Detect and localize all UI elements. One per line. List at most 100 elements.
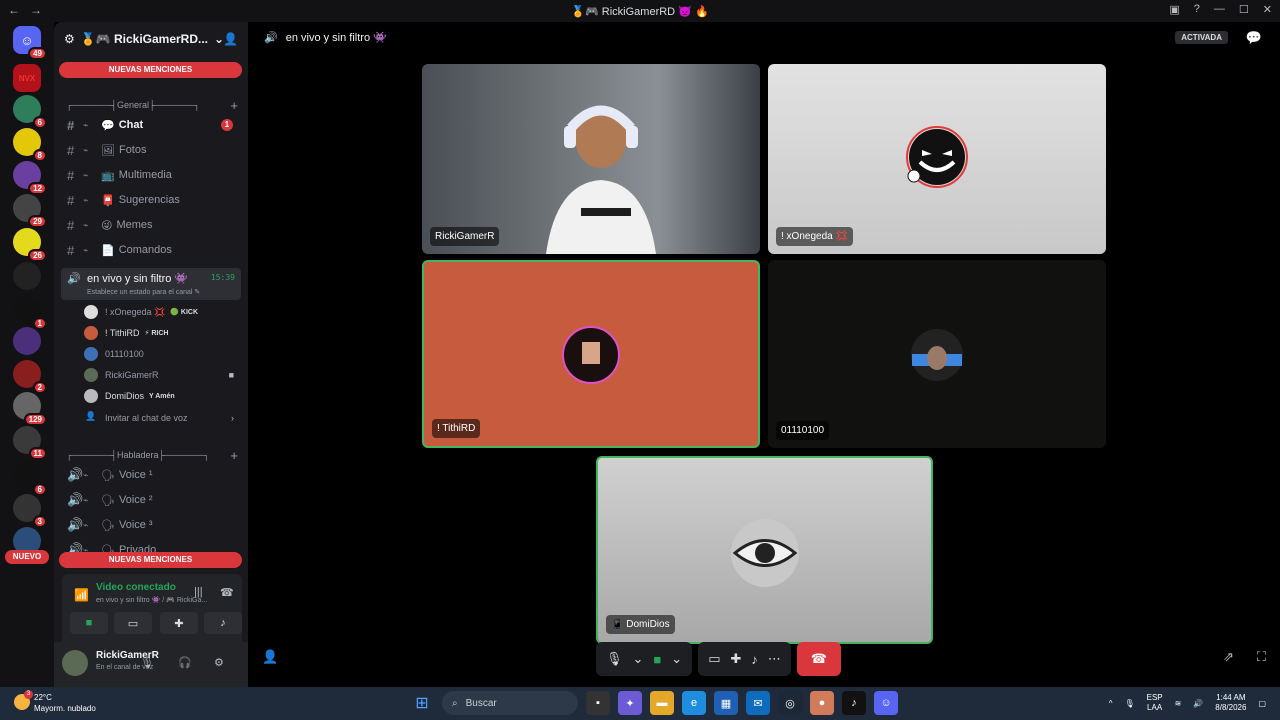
activity-badge[interactable]: ACTIVADA: [1175, 31, 1228, 44]
mic-icon-stage[interactable]: 🎙: [606, 651, 623, 667]
channel-fotos[interactable]: # ⌁ 🖼 Fotos: [62, 139, 240, 161]
voice-channel-1[interactable]: 🔊 ⌁ 🗣 Voice ¹: [62, 464, 240, 486]
channel-multimedia[interactable]: # ⌁ 📺 Multimedia: [62, 164, 240, 186]
category-general[interactable]: ┌──────┤General├──────┐ +: [66, 98, 238, 113]
guild-badge: 6: [32, 116, 47, 129]
server-header[interactable]: ⚙ 🏅🎮 RickiGamerRD... ⌄ 👤: [54, 22, 248, 56]
clock[interactable]: 1:44 AM 8/8/2026: [1215, 693, 1246, 713]
voice-channel-2[interactable]: 🔊 ⌁ 🗣 Voice ²: [62, 489, 240, 511]
help-icon[interactable]: ?: [1194, 3, 1200, 16]
soundboard-button[interactable]: ♪: [204, 612, 242, 634]
add-channel-icon-2[interactable]: +: [230, 448, 238, 463]
voice-user[interactable]: ! xOnegeda 💢 🟢 KICK: [84, 302, 240, 322]
edge-icon[interactable]: e: [682, 691, 706, 715]
guild-icon-11[interactable]: 2: [13, 360, 47, 394]
weather-widget[interactable]: 3 22°C Mayorm. nublado: [14, 690, 96, 714]
guild-icon-4[interactable]: 8: [13, 128, 47, 162]
guild-icon-6[interactable]: 29: [13, 194, 47, 228]
mic-icon[interactable]: 🎙: [140, 656, 154, 669]
voice-channel-selected[interactable]: 🔊 en vivo y sin filtro 👾 15:39 Establece…: [61, 268, 241, 300]
new-mentions-top[interactable]: NUEVAS MENCIONES: [59, 62, 242, 78]
guild-icon-13[interactable]: 11: [13, 426, 47, 460]
chevron-down-icon[interactable]: ⌄: [671, 651, 682, 667]
camera-button[interactable]: ■: [70, 612, 108, 634]
end-call-button[interactable]: ☎: [796, 642, 841, 676]
guild-icon-14[interactable]: 6: [13, 462, 47, 496]
channel-comandos[interactable]: # ⌁ 📄 Comandos: [62, 239, 240, 261]
store-icon[interactable]: ▦: [714, 691, 738, 715]
steam-icon[interactable]: ◎: [778, 691, 802, 715]
new-mentions-bottom[interactable]: NUEVAS MENCIONES: [59, 552, 242, 568]
more-icon[interactable]: ⋯: [768, 651, 781, 667]
activities-icon[interactable]: ✚: [730, 651, 741, 667]
video-tile-domidios[interactable]: 📱 DomiDios: [596, 456, 933, 644]
channel-sugerencias[interactable]: # ⌁ 📮 Sugerencias: [62, 189, 240, 211]
guild-icon-9[interactable]: 1: [13, 296, 47, 330]
maximize-icon[interactable]: ☐: [1239, 3, 1249, 16]
language-indicator[interactable]: ESP LAA: [1147, 693, 1163, 713]
minimize-icon[interactable]: —: [1214, 3, 1225, 16]
guild-icon-5[interactable]: 12: [13, 161, 47, 195]
guild-icon-8[interactable]: [13, 262, 41, 290]
voice-channel-3[interactable]: 🔊 ⌁ 🗣 Voice ³: [62, 514, 240, 536]
guild-icon-3[interactable]: 6: [13, 95, 47, 129]
screen-share-icon[interactable]: ▭: [708, 651, 720, 667]
voice-user[interactable]: DomiDios Y Amén: [84, 386, 240, 406]
activities-button[interactable]: ✚: [160, 612, 198, 634]
popout-icon[interactable]: ⇗: [1223, 649, 1234, 665]
wifi-icon[interactable]: ≋: [1175, 699, 1182, 708]
inbox-icon[interactable]: ▣: [1169, 3, 1179, 16]
guild-icon-7[interactable]: 26: [13, 228, 47, 262]
channel-status[interactable]: Establece un estado para el canal ✎: [87, 288, 200, 296]
video-tile-tithird[interactable]: ! TithiRD: [422, 260, 760, 448]
guild-icon-15[interactable]: 3: [13, 494, 47, 528]
copilot-icon[interactable]: ✦: [618, 691, 642, 715]
guild-icon-2[interactable]: NVX: [13, 64, 41, 92]
file-explorer-icon[interactable]: ▬: [650, 691, 674, 715]
signal-icon[interactable]: 📶: [74, 588, 89, 602]
chevron-up-icon[interactable]: ^: [1109, 699, 1113, 708]
channel-chat[interactable]: # ⌁ 💬 Chat 1: [62, 114, 240, 136]
notifications-icon[interactable]: ▢: [1258, 699, 1266, 708]
invite-voice-chat[interactable]: 👤 Invitar al chat de voz ›: [84, 408, 240, 428]
voice-user[interactable]: 01110100: [84, 344, 240, 364]
camera-icon[interactable]: ■: [653, 652, 661, 667]
add-channel-icon[interactable]: +: [230, 98, 238, 113]
volume-icon[interactable]: 🔊: [1193, 699, 1203, 708]
noise-icon[interactable]: |||: [194, 586, 203, 598]
voice-user[interactable]: ! TithiRD ⚡ RICH: [84, 323, 240, 343]
video-tile-01110100[interactable]: 01110100: [768, 260, 1106, 448]
mic-control[interactable]: 🎙 ⌄ ■ ⌄: [596, 642, 693, 676]
taskbar-search[interactable]: ⌕ Buscar: [442, 691, 578, 715]
mic-tray-icon[interactable]: 🎙: [1124, 699, 1134, 708]
windows-start-icon[interactable]: ⊞: [410, 691, 434, 715]
guild-icon-10[interactable]: [13, 327, 41, 355]
connection-subtitle[interactable]: en vivo y sin filtro 👾 / 🎮 RickiGa...: [96, 596, 207, 604]
chrome-icon[interactable]: ●: [810, 691, 834, 715]
invite-icon[interactable]: 👤: [262, 649, 278, 665]
discord-taskbar-icon[interactable]: ☺: [874, 691, 898, 715]
fullscreen-icon[interactable]: ⛶: [1257, 649, 1266, 665]
guild-icon-12[interactable]: 129: [13, 392, 47, 426]
stage-channel-title: en vivo y sin filtro 👾: [285, 32, 387, 44]
task-view-icon[interactable]: ▪: [586, 691, 610, 715]
voice-user[interactable]: RickiGamerR ■: [84, 365, 240, 385]
new-servers-pill[interactable]: NUEVO: [5, 550, 49, 564]
close-icon[interactable]: ✕: [1263, 3, 1272, 16]
guild-icon-1[interactable]: ☺ 49: [13, 26, 47, 60]
headphones-icon[interactable]: 🎧: [178, 656, 192, 669]
disconnect-icon[interactable]: ☎: [220, 586, 234, 599]
settings-gear-icon[interactable]: ⚙: [214, 656, 224, 669]
avatar[interactable]: [62, 650, 88, 676]
chat-bubble-icon[interactable]: 💬: [1246, 30, 1262, 46]
category-habladera[interactable]: ┌──────┤Habladera├──────┐ +: [66, 448, 238, 463]
soundboard-icon[interactable]: ♪: [751, 652, 758, 667]
outlook-icon[interactable]: ✉: [746, 691, 770, 715]
chevron-down-icon[interactable]: ⌄: [633, 651, 644, 667]
video-tile-rickigamerr[interactable]: RickiGamerR: [422, 64, 760, 254]
add-user-icon[interactable]: 👤: [223, 32, 238, 46]
screen-share-button[interactable]: ▭: [114, 612, 152, 634]
video-tile-xonegeda[interactable]: ! xOnegeda 💢: [768, 64, 1106, 254]
channel-memes[interactable]: # ⌁ 😜 Memes: [62, 214, 240, 236]
tiktok-icon[interactable]: ♪: [842, 691, 866, 715]
